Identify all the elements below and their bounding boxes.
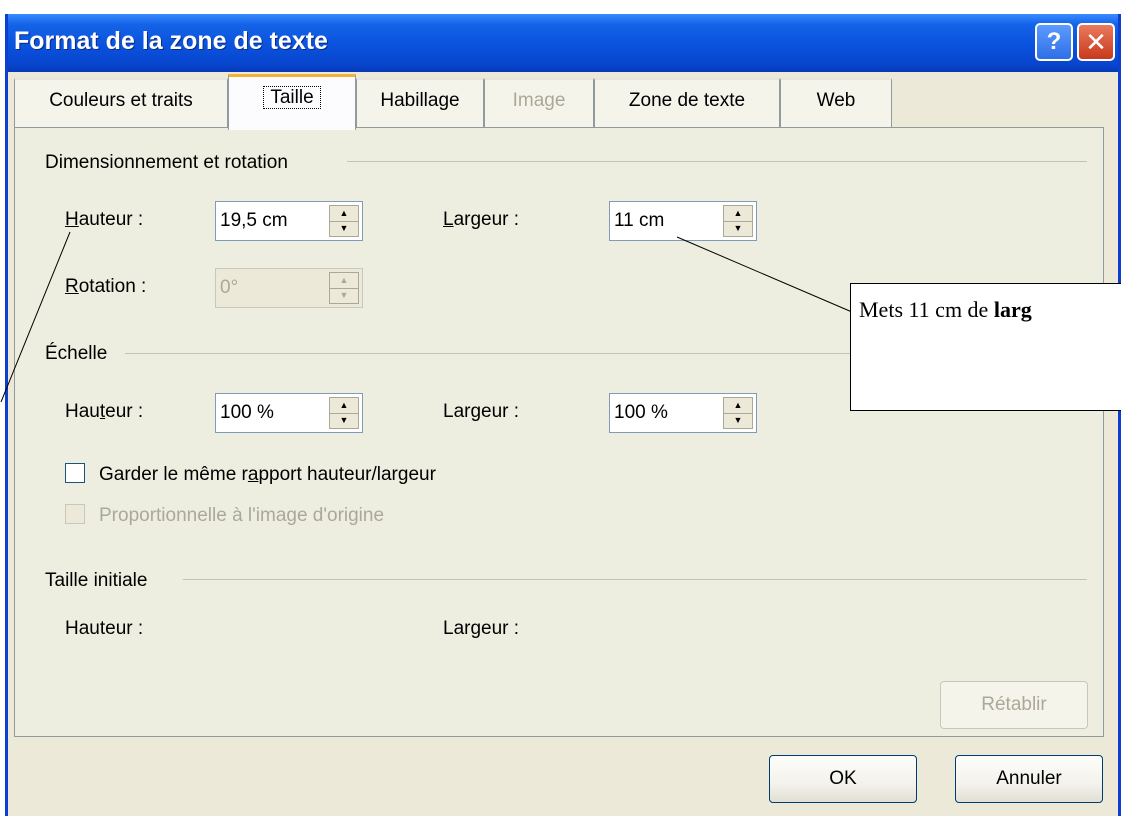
group-label-scale: Échelle: [45, 343, 108, 364]
spinner-arrows[interactable]: ▲ ▼: [329, 397, 359, 429]
reset-button: Rétablir: [940, 681, 1088, 729]
spinner-arrows[interactable]: ▲ ▼: [723, 205, 753, 237]
reset-button-label: Rétablir: [981, 694, 1047, 715]
spin-down-icon: ▼: [339, 290, 349, 300]
tab-panel-taille: Dimensionnement et rotation Hauteur : 19…: [14, 127, 1104, 737]
relative-original-checkbox: [65, 504, 85, 524]
spinner-arrows: ▲ ▼: [329, 272, 359, 304]
spin-down-icon[interactable]: ▼: [330, 413, 358, 428]
spin-up-icon[interactable]: ▲: [724, 206, 752, 222]
group-label-original: Taille initiale: [45, 570, 148, 591]
sizing-height-spinner[interactable]: 19,5 cm ▲ ▼: [215, 201, 363, 241]
lock-aspect-label[interactable]: Garder le même rapport hauteur/largeur: [99, 464, 436, 486]
scale-width-label: Largeur :: [443, 401, 520, 422]
spin-down-icon[interactable]: ▼: [724, 221, 752, 236]
tab-zone-de-texte[interactable]: Zone de texte: [594, 78, 780, 128]
scale-height-spinner[interactable]: 100 % ▲ ▼: [215, 393, 363, 433]
scale-width-value: 100 %: [614, 402, 668, 423]
tab-web[interactable]: Web: [780, 78, 892, 128]
close-icon: ✕: [1085, 27, 1107, 57]
scale-width-spinner[interactable]: 100 % ▲ ▼: [609, 393, 757, 433]
help-icon: ?: [1046, 28, 1062, 55]
cancel-button-label: Annuler: [996, 768, 1062, 789]
tab-strip: Couleurs et traits Taille Habillage Imag…: [14, 74, 1104, 130]
spin-up-icon: ▲: [330, 273, 358, 289]
callout-text: Mets 11 cm de: [859, 297, 994, 322]
tab-taille[interactable]: Taille: [228, 74, 356, 130]
tab-couleurs-et-traits[interactable]: Couleurs et traits: [14, 78, 228, 128]
tab-label: Couleurs et traits: [49, 90, 193, 111]
tab-label: Taille: [263, 86, 321, 109]
rotation-label: Rotation :: [65, 276, 147, 297]
callout-bold-text: larg: [993, 297, 1032, 322]
ok-button[interactable]: OK: [769, 755, 917, 803]
spin-up-icon[interactable]: ▲: [330, 206, 358, 222]
rotation-value: 0°: [220, 277, 239, 298]
scale-height-value: 100 %: [220, 402, 274, 423]
rotation-spinner: 0° ▲ ▼: [215, 268, 363, 308]
spin-up-icon[interactable]: ▲: [724, 398, 752, 414]
tab-label: Web: [816, 90, 856, 111]
group-divider: [347, 161, 1087, 162]
annotation-callout: Mets 11 cm de larg: [850, 283, 1121, 411]
spin-up-icon[interactable]: ▲: [330, 398, 358, 414]
group-label-sizing: Dimensionnement et rotation: [45, 152, 288, 173]
help-button[interactable]: ?: [1035, 23, 1073, 61]
spinner-arrows[interactable]: ▲ ▼: [329, 205, 359, 237]
tab-label: Zone de texte: [628, 90, 746, 111]
original-width-label: Largeur :: [443, 618, 520, 639]
title-bar[interactable]: Format de la zone de texte ? ✕: [8, 14, 1118, 72]
spin-down-icon[interactable]: ▼: [724, 413, 752, 428]
tab-habillage[interactable]: Habillage: [356, 78, 484, 128]
cancel-button[interactable]: Annuler: [955, 755, 1103, 803]
tab-image: Image: [484, 78, 594, 128]
ok-button-label: OK: [829, 768, 857, 789]
close-button[interactable]: ✕: [1077, 23, 1115, 61]
spin-down-icon[interactable]: ▼: [330, 221, 358, 236]
original-height-label: Hauteur :: [65, 618, 144, 639]
lock-aspect-checkbox[interactable]: [65, 463, 85, 483]
sizing-height-value: 19,5 cm: [220, 210, 288, 231]
sizing-width-value: 11 cm: [614, 210, 665, 231]
dialog-title: Format de la zone de texte: [14, 27, 328, 55]
sizing-width-label: Largeur :: [443, 209, 520, 230]
spinner-arrows[interactable]: ▲ ▼: [723, 397, 753, 429]
group-divider: [183, 579, 1087, 580]
scale-height-label: Hauteur :: [65, 401, 144, 422]
relative-original-label: Proportionnelle à l'image d'origine: [99, 505, 385, 526]
tab-label: Habillage: [380, 90, 460, 111]
sizing-height-label: Hauteur :: [65, 209, 144, 230]
sizing-width-spinner[interactable]: 11 cm ▲ ▼: [609, 201, 757, 241]
tab-label: Image: [512, 90, 566, 111]
